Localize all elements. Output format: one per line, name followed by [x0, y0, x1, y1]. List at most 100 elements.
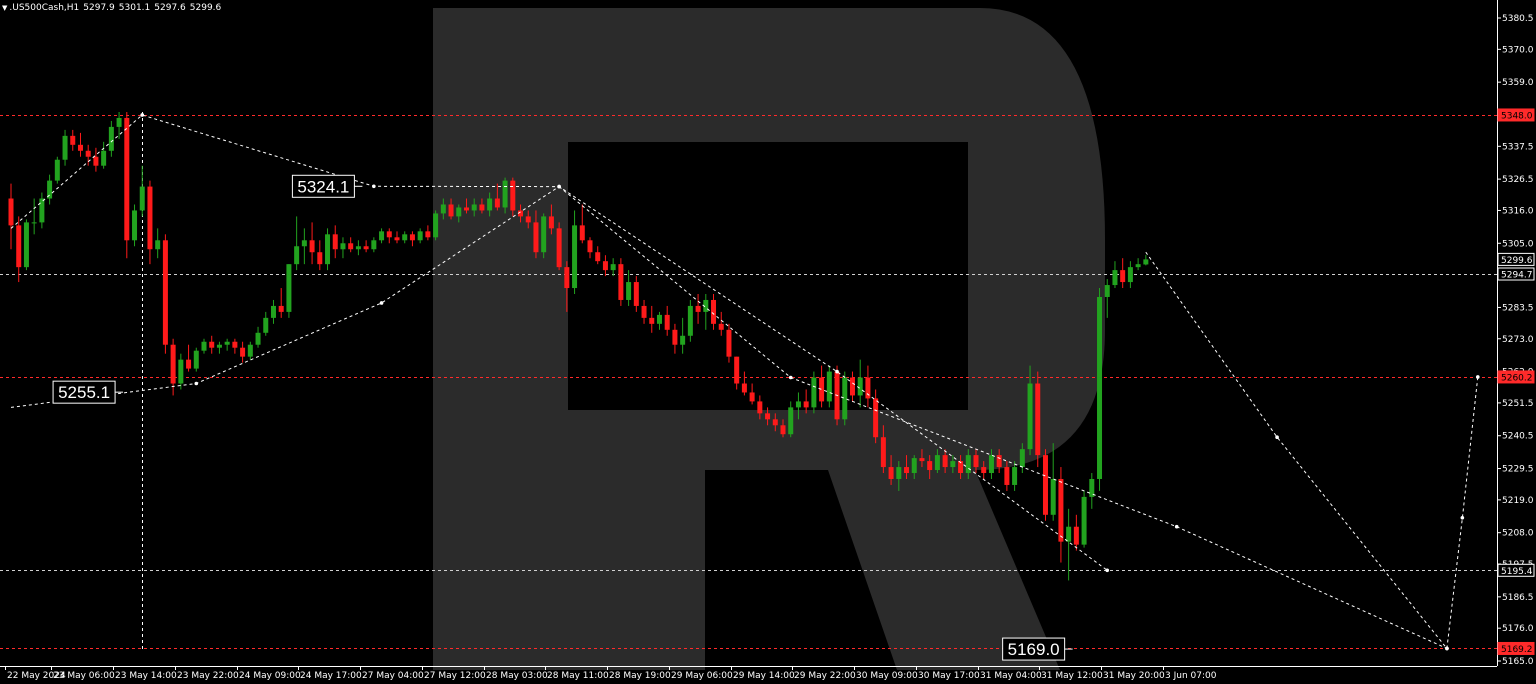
candle-body — [626, 282, 632, 300]
bull-candle — [433, 210, 439, 241]
bull-candle — [1127, 261, 1133, 289]
x-tick-label: 28 May 03:00 — [486, 671, 548, 681]
bear-candle — [649, 305, 655, 333]
candle-body — [904, 467, 910, 474]
bull-candle — [294, 216, 300, 271]
candle-body — [896, 467, 902, 479]
candle-body — [1073, 526, 1079, 545]
candle-body — [186, 359, 192, 369]
x-tick-label: 31 May 12:00 — [1041, 671, 1103, 681]
bear-candle — [1120, 258, 1126, 289]
candle-body — [132, 210, 138, 241]
candle-body — [371, 240, 377, 250]
candle-body — [811, 377, 817, 408]
bear-candle — [147, 180, 153, 265]
candle-body — [85, 150, 91, 157]
candle-body — [849, 377, 855, 396]
y-tick-label: 5229.5 — [1502, 465, 1534, 475]
candle-body — [741, 383, 747, 393]
forecast-node — [372, 184, 376, 189]
time-axis[interactable]: 22 May 202423 May 06:00 23 May 14:00 23 Ma… — [0, 666, 1497, 681]
candle-body — [433, 213, 439, 238]
bull-candle — [788, 401, 794, 438]
candle-body — [1104, 285, 1110, 297]
bull-candle — [193, 347, 199, 372]
bear-candle — [734, 356, 740, 390]
forecast-node — [194, 381, 199, 386]
x-tick-label: 29 May 14:00 — [733, 671, 795, 681]
bear-candle — [93, 147, 99, 172]
bear-candle — [873, 389, 879, 444]
annotation-label: 5169.0 — [1008, 640, 1060, 659]
candle-body — [471, 204, 477, 211]
bull-candle — [325, 228, 331, 271]
price-tag-label: 5260.2 — [1501, 373, 1533, 383]
x-tick-label: 3 Jun 07:00 — [1165, 671, 1217, 681]
candle-body — [402, 234, 408, 241]
bear-candle — [425, 225, 431, 241]
price-annotation: 5169.0 — [1002, 637, 1073, 661]
price-annotation: 5255.1 — [52, 380, 124, 404]
bull-candle — [826, 365, 832, 408]
bull-candle — [155, 228, 161, 259]
candle-body — [734, 356, 740, 384]
candle-body — [672, 329, 678, 345]
candle-body — [595, 252, 601, 262]
bull-candle — [680, 317, 686, 354]
forecast-node — [1476, 375, 1480, 379]
candle-body — [711, 299, 717, 324]
candle-body — [162, 240, 168, 345]
bear-candle — [641, 299, 647, 324]
price-tag: 5294.7 — [1497, 267, 1535, 281]
candle-body — [494, 198, 500, 208]
candle-body — [1143, 259, 1149, 265]
candle-body — [857, 377, 863, 396]
bull-candle — [703, 293, 709, 330]
candle-body — [1135, 264, 1141, 268]
candle-body — [193, 350, 199, 369]
bull-candle — [811, 371, 817, 414]
bull-candle — [139, 165, 145, 217]
candle-body — [301, 240, 307, 247]
price-chart[interactable]: 5324.1 5255.1 5169.0 5380.5 5370.0 5359.0 534… — [0, 0, 1536, 684]
y-tick-label: 5240.5 — [1502, 432, 1534, 442]
bear-candle — [77, 132, 83, 157]
y-tick-label: 5305.0 — [1502, 239, 1534, 249]
candle-body — [988, 455, 994, 474]
forecast-node — [140, 113, 145, 117]
candle-body — [942, 455, 948, 468]
candle-body — [170, 344, 176, 384]
bear-candle — [278, 288, 284, 318]
candle-body — [240, 347, 246, 357]
candle-body — [417, 231, 423, 241]
candle-body — [355, 246, 361, 250]
bear-candle — [409, 231, 415, 247]
bull-candle — [62, 129, 68, 166]
candle-body — [1004, 467, 1010, 485]
bear-candle — [849, 371, 855, 402]
candle-body — [8, 198, 14, 226]
candle-body — [116, 117, 122, 127]
bull-candle — [263, 311, 269, 336]
candle-body — [16, 225, 22, 268]
candle-body — [1035, 383, 1041, 456]
candle-body — [749, 392, 755, 402]
candle-body — [463, 207, 469, 211]
bull-candle — [224, 338, 230, 351]
candle-body — [425, 231, 431, 238]
candle-body — [533, 222, 539, 253]
bull-candle — [301, 228, 307, 265]
bear-candle — [1073, 514, 1079, 551]
bull-candle — [23, 219, 29, 271]
bull-candle — [132, 204, 138, 247]
candle-body — [880, 437, 886, 468]
candle-body — [1112, 270, 1118, 286]
candle-body — [440, 204, 446, 214]
bear-candle — [803, 389, 809, 414]
bull-candle — [340, 237, 346, 259]
candle-body — [687, 305, 693, 336]
bear-candle — [209, 335, 215, 354]
bull-candle — [178, 353, 184, 390]
price-tag-label: 5348.0 — [1501, 111, 1533, 121]
bull-candle — [247, 341, 253, 360]
